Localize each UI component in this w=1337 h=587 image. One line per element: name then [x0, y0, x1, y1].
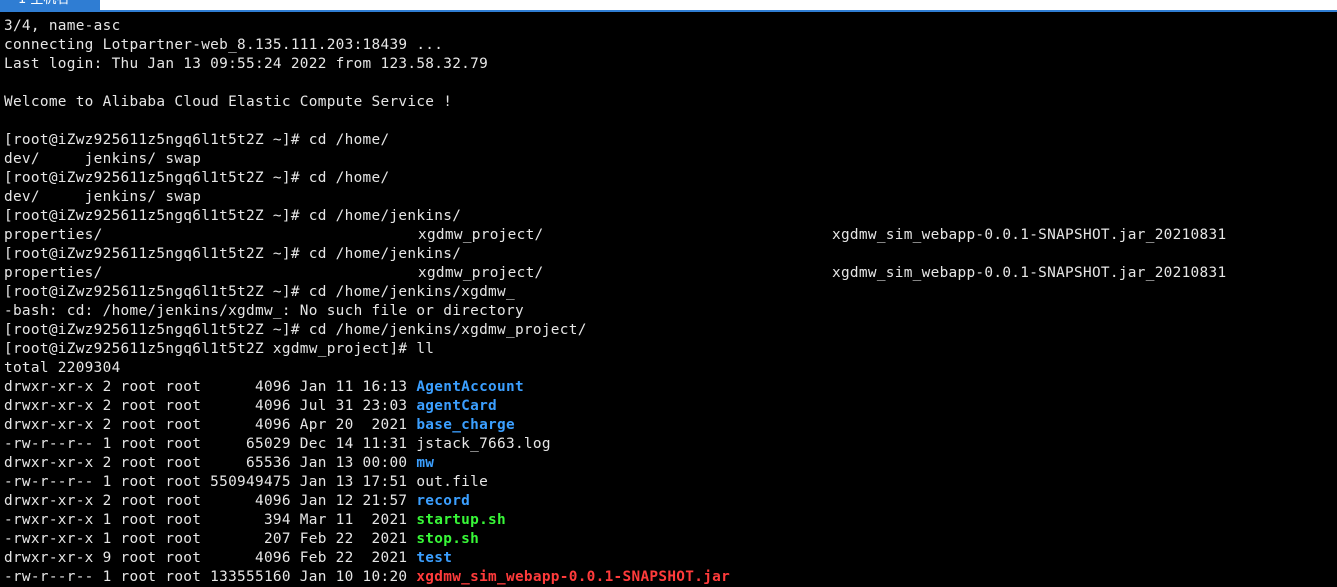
- ls-entry: -rw-r--r-- 1 root root 550949475 Jan 13 …: [4, 473, 1337, 492]
- ls-entry: drwxr-xr-x 2 root root 65536 Jan 13 00:0…: [4, 454, 1337, 473]
- ls-entry-name: xgdmw_sim_webapp-0.0.1-SNAPSHOT.jar: [416, 569, 730, 585]
- ls-entry-meta: drwxr-xr-x 2 root root 4096 Jan 11 16:13: [4, 379, 416, 395]
- terminal-line: [4, 74, 1337, 93]
- terminal-line: [root@iZwz925611z5ngq6l1t5t2Z xgdmw_proj…: [4, 340, 1337, 359]
- terminal-line: [root@iZwz925611z5ngq6l1t5t2Z ~]# cd /ho…: [4, 207, 1337, 226]
- ls-entry-name: out.file: [416, 474, 488, 490]
- terminal-line: Last login: Thu Jan 13 09:55:24 2022 fro…: [4, 55, 1337, 74]
- terminal-line: total 2209304: [4, 359, 1337, 378]
- ls-entry-meta: drwxr-xr-x 2 root root 4096 Jul 31 23:03: [4, 398, 416, 414]
- ls-entry-name: AgentAccount: [416, 379, 524, 395]
- ls-entry-name: test: [416, 550, 452, 566]
- completion-entry: xgdmw_sim_webapp-0.0.1-SNAPSHOT.jar_2021…: [832, 264, 1226, 283]
- ls-entry-name: startup.sh: [416, 512, 506, 528]
- ls-entry-name: mw: [416, 455, 434, 471]
- completion-entry: xgdmw_project/: [418, 264, 832, 283]
- terminal-completion-line: properties/xgdmw_project/xgdmw_sim_webap…: [4, 226, 1337, 245]
- session-tab[interactable]: 1 主机名: [0, 0, 100, 10]
- ls-entry: drwxr-xr-x 2 root root 4096 Jan 12 21:57…: [4, 492, 1337, 511]
- terminal-line: -bash: cd: /home/jenkins/xgdmw_: No such…: [4, 302, 1337, 321]
- ls-entry: drwxr-xr-x 2 root root 4096 Apr 20 2021 …: [4, 416, 1337, 435]
- ls-entry-meta: -rwxr-xr-x 1 root root 207 Feb 22 2021: [4, 531, 416, 547]
- completion-entry: properties/: [4, 264, 418, 283]
- ls-entry-meta: drwxr-xr-x 9 root root 4096 Feb 22 2021: [4, 550, 416, 566]
- ls-entry: -rw-r--r-- 1 root root 65029 Dec 14 11:3…: [4, 435, 1337, 454]
- session-tab-label: 1 主机名: [18, 0, 69, 8]
- ls-entry-meta: -rwxr-xr-x 1 root root 394 Mar 11 2021: [4, 512, 416, 528]
- ls-entry-name: jstack_7663.log: [416, 436, 550, 452]
- ls-entry: drwxr-xr-x 2 root root 4096 Jan 11 16:13…: [4, 378, 1337, 397]
- completion-entry: xgdmw_sim_webapp-0.0.1-SNAPSHOT.jar_2021…: [832, 226, 1226, 245]
- terminal-line: [root@iZwz925611z5ngq6l1t5t2Z ~]# cd /ho…: [4, 245, 1337, 264]
- terminal-completion-line: properties/xgdmw_project/xgdmw_sim_webap…: [4, 264, 1337, 283]
- terminal-line: [root@iZwz925611z5ngq6l1t5t2Z ~]# cd /ho…: [4, 321, 1337, 340]
- ls-entry: -rwxr-xr-x 1 root root 207 Feb 22 2021 s…: [4, 530, 1337, 549]
- ls-entry: -rw-r--r-- 1 root root 133555160 Jan 10 …: [4, 568, 1337, 587]
- ls-entry: drwxr-xr-x 9 root root 4096 Feb 22 2021 …: [4, 549, 1337, 568]
- terminal-line: dev/ jenkins/ swap: [4, 150, 1337, 169]
- terminal-line: [root@iZwz925611z5ngq6l1t5t2Z ~]# cd /ho…: [4, 169, 1337, 188]
- ls-entry-name: agentCard: [416, 398, 497, 414]
- terminal-line: dev/ jenkins/ swap: [4, 188, 1337, 207]
- ls-entry-name: base_charge: [416, 417, 515, 433]
- terminal-line: [root@iZwz925611z5ngq6l1t5t2Z ~]# cd /ho…: [4, 131, 1337, 150]
- terminal-line: [root@iZwz925611z5ngq6l1t5t2Z ~]# cd /ho…: [4, 283, 1337, 302]
- completion-entry: properties/: [4, 226, 418, 245]
- terminal-line: [4, 112, 1337, 131]
- ls-entry-name: stop.sh: [416, 531, 479, 547]
- terminal-output[interactable]: 3/4, name-ascconnecting Lotpartner-web_8…: [4, 17, 1337, 582]
- ls-entry-name: record: [416, 493, 470, 509]
- ls-entry-meta: -rw-r--r-- 1 root root 65029 Dec 14 11:3…: [4, 436, 416, 452]
- ls-entry-meta: drwxr-xr-x 2 root root 65536 Jan 13 00:0…: [4, 455, 416, 471]
- ls-entry-meta: drwxr-xr-x 2 root root 4096 Jan 12 21:57: [4, 493, 416, 509]
- ls-entry: -rwxr-xr-x 1 root root 394 Mar 11 2021 s…: [4, 511, 1337, 530]
- terminal-line: connecting Lotpartner-web_8.135.111.203:…: [4, 36, 1337, 55]
- ls-entry-meta: -rw-r--r-- 1 root root 133555160 Jan 10 …: [4, 569, 416, 585]
- completion-entry: xgdmw_project/: [418, 226, 832, 245]
- ls-entry-meta: drwxr-xr-x 2 root root 4096 Apr 20 2021: [4, 417, 416, 433]
- ls-entry: drwxr-xr-x 2 root root 4096 Jul 31 23:03…: [4, 397, 1337, 416]
- terminal-line: Welcome to Alibaba Cloud Elastic Compute…: [4, 93, 1337, 112]
- session-tab-bar: 1 主机名: [0, 0, 1337, 12]
- ls-entry-meta: -rw-r--r-- 1 root root 550949475 Jan 13 …: [4, 474, 416, 490]
- terminal-line: 3/4, name-asc: [4, 17, 1337, 36]
